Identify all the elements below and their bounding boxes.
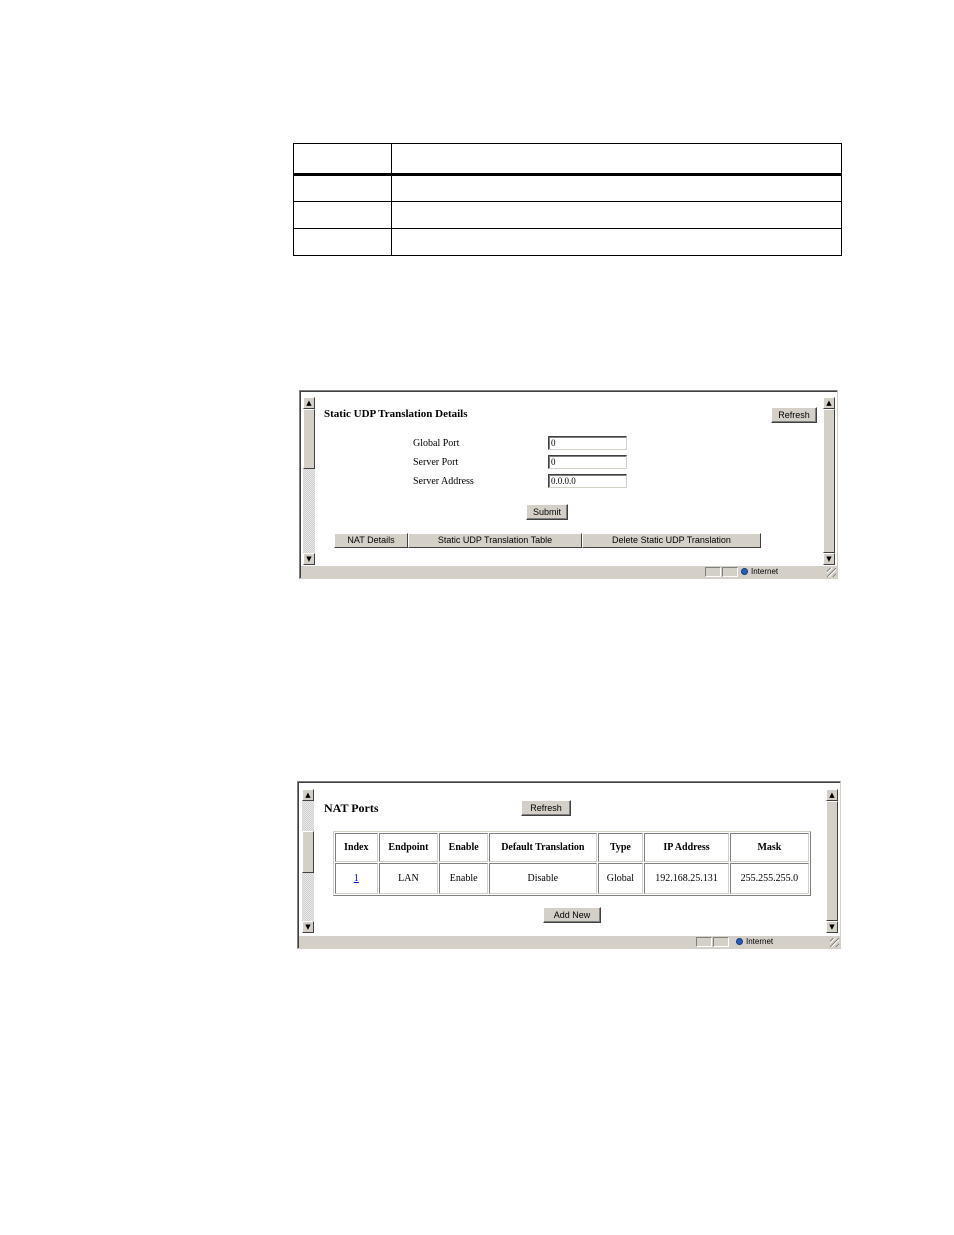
server-address-label: Server Address	[413, 476, 474, 487]
submit-button[interactable]: Submit	[526, 504, 568, 520]
mask-cell: 255.255.255.0	[729, 863, 809, 894]
index-cell: 1	[335, 863, 378, 894]
empty-reference-table	[293, 143, 842, 256]
column-header-default-translation: Default Translation	[489, 833, 597, 862]
column-header-endpoint: Endpoint	[378, 833, 439, 862]
scroll-down-arrow-icon[interactable]: ▼	[302, 921, 314, 933]
page-title: Static UDP Translation Details	[324, 408, 468, 420]
ip-address-cell: 192.168.25.131	[644, 863, 729, 894]
scroll-up-arrow-icon[interactable]: ▲	[823, 397, 835, 409]
globe-icon	[736, 938, 743, 945]
table-row-divider	[293, 201, 842, 202]
scroll-up-arrow-icon[interactable]: ▲	[302, 789, 314, 801]
zone-label: Internet	[751, 567, 779, 576]
udp-browser-window: ▲ ▼ ▲ ▼ Static UDP Translation Details R…	[299, 390, 838, 579]
scroll-thumb[interactable]	[303, 409, 315, 469]
left-frame-scrollbar[interactable]: ▲ ▼	[302, 789, 314, 933]
table-frame	[293, 143, 842, 256]
tab-static-udp-translation-table[interactable]: Static UDP Translation Table	[408, 533, 582, 548]
column-header-ip-address: IP Address	[644, 833, 729, 862]
index-link[interactable]: 1	[354, 873, 359, 884]
global-port-label: Global Port	[413, 438, 460, 449]
browser-viewport: ▲ ▼ ▲ ▼ NAT Ports Refresh Index Endpoint…	[298, 782, 840, 948]
add-new-button[interactable]: Add New	[543, 907, 601, 923]
nat-ports-table: Index Endpoint Enable Default Translatio…	[333, 831, 811, 896]
column-header-mask: Mask	[729, 833, 809, 862]
nat-browser-window: ▲ ▼ ▲ ▼ NAT Ports Refresh Index Endpoint…	[297, 781, 841, 949]
globe-icon	[741, 568, 748, 575]
internet-zone: Internet	[741, 567, 778, 577]
scroll-down-arrow-icon[interactable]: ▼	[826, 921, 838, 933]
table-column-divider	[391, 143, 392, 256]
status-cell	[722, 567, 738, 577]
status-cell	[713, 937, 729, 947]
global-port-input[interactable]	[548, 436, 627, 450]
right-scrollbar[interactable]: ▲ ▼	[826, 789, 838, 933]
column-header-type: Type	[597, 833, 644, 862]
page-title: NAT Ports	[324, 801, 379, 815]
scroll-thumb[interactable]	[302, 831, 314, 873]
table-row-divider	[293, 228, 842, 229]
resize-grip-icon[interactable]	[830, 938, 839, 947]
status-bar: Internet	[299, 935, 840, 948]
status-bar: Internet	[301, 565, 837, 578]
column-header-index: Index	[335, 833, 378, 862]
scroll-down-arrow-icon[interactable]: ▼	[303, 553, 315, 565]
table-row: 1 LAN Enable Disable Global 192.168.25.1…	[335, 863, 809, 894]
enable-cell: Enable	[439, 863, 489, 894]
scroll-down-arrow-icon[interactable]: ▼	[823, 553, 835, 565]
refresh-button[interactable]: Refresh	[771, 407, 817, 423]
default-translation-cell: Disable	[489, 863, 597, 894]
browser-viewport: ▲ ▼ ▲ ▼ Static UDP Translation Details R…	[300, 391, 837, 578]
internet-zone: Internet	[736, 937, 773, 947]
table-header-row: Index Endpoint Enable Default Translatio…	[335, 833, 809, 862]
server-port-label: Server Port	[413, 457, 459, 468]
tab-delete-static-udp-translation[interactable]: Delete Static UDP Translation	[582, 533, 761, 548]
scroll-up-arrow-icon[interactable]: ▲	[303, 397, 315, 409]
left-frame-scrollbar[interactable]: ▲ ▼	[303, 397, 315, 565]
scroll-up-arrow-icon[interactable]: ▲	[826, 789, 838, 801]
refresh-button[interactable]: Refresh	[521, 800, 571, 816]
nav-tab-bar: NAT Details Static UDP Translation Table…	[334, 533, 761, 548]
table-header-rule	[293, 173, 842, 176]
zone-label: Internet	[746, 937, 774, 946]
server-address-input[interactable]	[548, 474, 627, 488]
scroll-thumb[interactable]	[823, 409, 835, 553]
scroll-thumb[interactable]	[826, 801, 838, 921]
tab-nat-details[interactable]: NAT Details	[334, 533, 408, 548]
status-cell	[696, 937, 712, 947]
column-header-enable: Enable	[439, 833, 489, 862]
right-scrollbar[interactable]: ▲ ▼	[823, 397, 835, 565]
endpoint-cell: LAN	[378, 863, 439, 894]
status-cell	[705, 567, 721, 577]
resize-grip-icon[interactable]	[827, 568, 836, 577]
type-cell: Global	[597, 863, 644, 894]
server-port-input[interactable]	[548, 455, 627, 469]
